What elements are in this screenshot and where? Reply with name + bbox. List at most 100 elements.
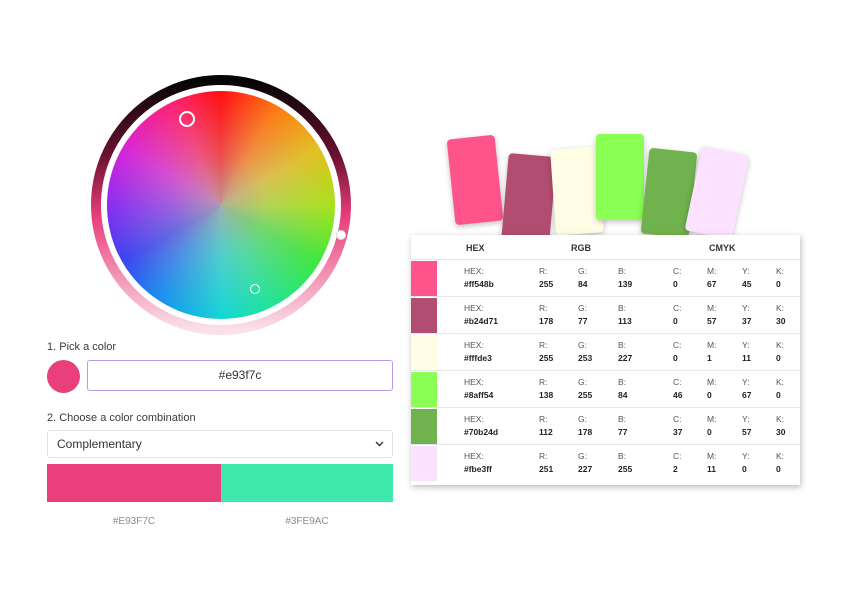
step-1-label: 1. Pick a color: [47, 341, 117, 353]
color-wheel[interactable]: [107, 91, 335, 319]
cell-g: G: 77: [578, 303, 587, 326]
cell-value: 139: [618, 279, 633, 289]
cell-key: G:: [578, 451, 587, 461]
cell-key: B:: [618, 303, 627, 313]
cell-g: G: 253: [578, 340, 592, 363]
cell-value: 77: [578, 316, 588, 326]
cell-g: G: 178: [578, 414, 592, 437]
cell-value: 0: [707, 427, 712, 437]
cell-b: B: 227: [618, 340, 632, 363]
cell-value: #b24d71: [464, 316, 499, 326]
cell-key: R:: [539, 266, 548, 276]
cell-value: #70b24d: [464, 427, 499, 437]
cell-key: G:: [578, 414, 587, 424]
header-rgb: RGB: [571, 243, 591, 253]
cell-value: 37: [673, 427, 683, 437]
palette-card[interactable]: [446, 134, 504, 226]
combo-swatch-primary[interactable]: [47, 464, 221, 502]
row-color-swatch: [411, 335, 437, 370]
cell-key: B:: [618, 377, 627, 387]
cell-value: #8aff54: [464, 390, 494, 400]
cell-y: Y: 0: [742, 451, 750, 474]
current-color-swatch[interactable]: [47, 360, 80, 393]
complement-color-handle[interactable]: [250, 284, 260, 294]
cell-value: 1: [707, 353, 712, 363]
cell-c: C: 2: [673, 451, 682, 474]
cell-key: K:: [776, 266, 785, 276]
cell-value: 253: [578, 353, 593, 363]
cell-g: G: 255: [578, 377, 592, 400]
primary-color-handle[interactable]: [179, 111, 195, 127]
cell-c: C: 0: [673, 303, 682, 326]
cell-value: 77: [618, 427, 628, 437]
cell-value: 178: [539, 316, 554, 326]
cell-key: B:: [618, 340, 627, 350]
cell-value: 11: [707, 464, 716, 474]
cell-value: #ff548b: [464, 279, 494, 289]
cell-value: 0: [673, 353, 678, 363]
cell-g: G: 227: [578, 451, 592, 474]
cell-value: 0: [776, 353, 781, 363]
palette-card[interactable]: [596, 134, 644, 220]
cell-hex: HEX: #b24d71: [464, 303, 498, 326]
cell-key: C:: [673, 377, 682, 387]
cell-value: 0: [673, 316, 678, 326]
cell-value: #fbe3ff: [464, 464, 492, 474]
cell-key: K:: [776, 451, 785, 461]
cell-m: M: 11: [707, 451, 716, 474]
cell-value: 67: [742, 390, 752, 400]
cell-key: G:: [578, 377, 587, 387]
cell-value: 2: [673, 464, 678, 474]
cell-y: Y: 57: [742, 414, 751, 437]
cell-r: R: 251: [539, 451, 553, 474]
combo-swatch-complement[interactable]: [221, 464, 393, 502]
cell-key: R:: [539, 340, 548, 350]
row-color-swatch: [411, 261, 437, 296]
cell-key: K:: [776, 303, 785, 313]
cell-value: 84: [578, 279, 588, 289]
combo-label-complement: #3FE9AC: [285, 516, 329, 527]
cell-c: C: 0: [673, 266, 682, 289]
cell-key: C:: [673, 451, 682, 461]
cell-key: K:: [776, 340, 785, 350]
combination-select[interactable]: Complementary: [47, 430, 393, 458]
cell-key: B:: [618, 414, 627, 424]
cell-hex: HEX: #70b24d: [464, 414, 498, 437]
cell-value: 0: [742, 464, 747, 474]
cell-m: M: 57: [707, 303, 716, 326]
cell-key: Y:: [742, 340, 750, 350]
cell-value: 227: [618, 353, 633, 363]
table-row: HEX: #fffde3 R: 255 G: 253 B: 227 C: 0 M: 1 Y: 11 K: 0: [411, 333, 800, 371]
cell-value: 0: [776, 279, 781, 289]
header-cmyk: CMYK: [709, 243, 736, 253]
cell-value: 67: [707, 279, 717, 289]
cell-r: R: 138: [539, 377, 553, 400]
cell-y: Y: 67: [742, 377, 751, 400]
cell-key: HEX:: [464, 414, 484, 424]
cell-m: M: 0: [707, 377, 716, 400]
brightness-handle[interactable]: [336, 230, 346, 240]
color-values-table: HEX RGB CMYK HEX: #ff548b R: 255 G: 84 B: 139 C:…: [411, 235, 800, 485]
table-row: HEX: #ff548b R: 255 G: 84 B: 139 C: 0 M: 67 Y: 45 K: 0: [411, 259, 800, 297]
cell-value: 138: [539, 390, 554, 400]
cell-key: G:: [578, 266, 587, 276]
cell-key: Y:: [742, 414, 750, 424]
cell-key: R:: [539, 451, 548, 461]
cell-k: K: 30: [776, 414, 785, 437]
cell-value: 57: [742, 427, 752, 437]
hex-input[interactable]: #e93f7c: [87, 360, 393, 391]
cell-m: M: 0: [707, 414, 716, 437]
header-hex: HEX: [466, 243, 485, 253]
cell-k: K: 0: [776, 340, 784, 363]
palette-card[interactable]: [501, 153, 557, 243]
cell-value: 113: [618, 316, 632, 326]
row-color-swatch: [411, 409, 437, 444]
cell-key: M:: [707, 303, 717, 313]
cell-r: R: 255: [539, 340, 553, 363]
cell-value: 45: [742, 279, 752, 289]
table-row: HEX: #b24d71 R: 178 G: 77 B: 113 C: 0 M: 57 Y: 37 K: 30: [411, 296, 800, 334]
cell-key: M:: [707, 266, 717, 276]
cell-value: 11: [742, 353, 751, 363]
cell-key: R:: [539, 414, 548, 424]
cell-key: B:: [618, 451, 627, 461]
